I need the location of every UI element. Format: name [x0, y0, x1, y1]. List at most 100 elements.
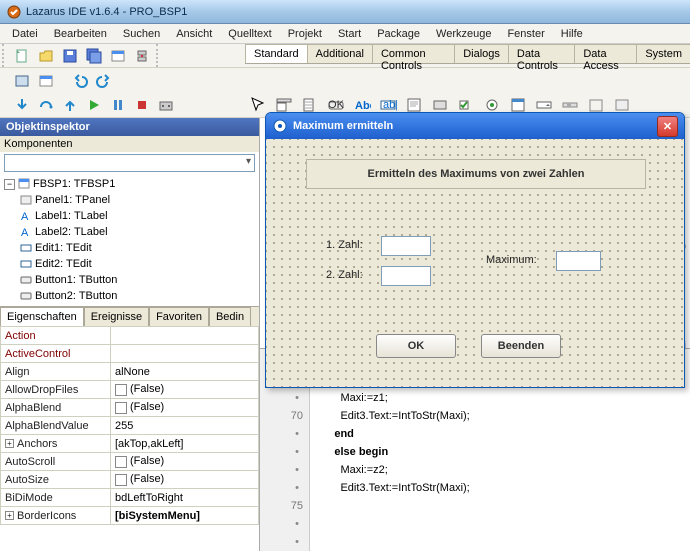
tree-item[interactable]: Edit2: TEdit	[35, 258, 92, 270]
menu-fenster[interactable]: Fenster	[499, 26, 552, 42]
step-over-button[interactable]	[35, 94, 57, 116]
undo-button[interactable]	[69, 70, 91, 92]
tab-events[interactable]: Ereignisse	[84, 307, 149, 326]
tab-standard[interactable]: Standard	[245, 44, 308, 63]
prop-name[interactable]: AutoScroll	[1, 453, 111, 471]
prop-value[interactable]	[111, 345, 259, 363]
tree-item[interactable]: Label1: TLabel	[35, 210, 108, 222]
close-button[interactable]: ✕	[657, 116, 678, 137]
menu-package[interactable]: Package	[369, 26, 428, 42]
tab-additional[interactable]: Additional	[307, 44, 373, 63]
tree-item[interactable]: Button2: TButton	[35, 290, 117, 302]
prop-name[interactable]: Align	[1, 363, 111, 381]
button-icon	[20, 274, 32, 286]
panel-header[interactable]: Ermitteln des Maximums von zwei Zahlen	[306, 159, 646, 189]
step-out-button[interactable]	[59, 94, 81, 116]
prop-value[interactable]: (False)	[111, 399, 259, 417]
tab-restricted[interactable]: Bedin	[209, 307, 251, 326]
prop-name[interactable]: +Anchors	[1, 435, 111, 453]
prop-name[interactable]: AlphaBlend	[1, 399, 111, 417]
prop-name[interactable]: AlphaBlendValue	[1, 417, 111, 435]
tab-dialogs[interactable]: Dialogs	[454, 44, 509, 63]
label-maximum[interactable]: Maximum:	[486, 254, 537, 266]
stop-button[interactable]	[131, 94, 153, 116]
save-button[interactable]	[59, 45, 81, 67]
menu-start[interactable]: Start	[330, 26, 369, 42]
menu-quelltext[interactable]: Quelltext	[220, 26, 279, 42]
menu-bearbeiten[interactable]: Bearbeiten	[46, 26, 115, 42]
edit-icon	[20, 242, 32, 254]
tab-system[interactable]: System	[636, 44, 690, 63]
menu-werkzeuge[interactable]: Werkzeuge	[428, 26, 499, 42]
compile-button[interactable]	[155, 94, 177, 116]
edit-maximum[interactable]	[556, 251, 601, 271]
run-button[interactable]	[83, 94, 105, 116]
tree-collapse-icon[interactable]: −	[4, 179, 15, 190]
pause-button[interactable]	[107, 94, 129, 116]
toggle-form-unit-button[interactable]	[131, 45, 153, 67]
prop-value[interactable]	[111, 327, 259, 345]
oi-title: Objektinspektor	[0, 118, 259, 136]
tab-data-access[interactable]: Data Access	[574, 44, 637, 63]
prop-value[interactable]: (False)	[111, 471, 259, 489]
edit-zahl2[interactable]	[381, 266, 431, 286]
menubar: Datei Bearbeiten Suchen Ansicht Quelltex…	[0, 24, 690, 44]
step-into-button[interactable]	[11, 94, 33, 116]
component-tabs: Standard Additional Common Controls Dial…	[245, 44, 690, 64]
svg-text:OK: OK	[328, 99, 345, 111]
edit-zahl1[interactable]	[381, 236, 431, 256]
redo-button[interactable]	[93, 70, 115, 92]
edit-icon	[20, 258, 32, 270]
open-button[interactable]	[35, 45, 57, 67]
prop-value[interactable]: (False)	[111, 381, 259, 399]
prop-value[interactable]: bdLeftToRight	[111, 489, 259, 507]
prop-value[interactable]: [akTop,akLeft]	[111, 435, 259, 453]
tree-item[interactable]: FBSP1: TFBSP1	[33, 178, 115, 190]
prop-name[interactable]: +BorderIcons	[1, 507, 111, 525]
new-unit-button[interactable]	[11, 45, 33, 67]
label-zahl2[interactable]: 2. Zahl:	[326, 269, 363, 281]
menu-ansicht[interactable]: Ansicht	[168, 26, 220, 42]
menu-datei[interactable]: Datei	[4, 26, 46, 42]
label-zahl1[interactable]: 1. Zahl:	[326, 239, 363, 251]
prop-name[interactable]: AllowDropFiles	[1, 381, 111, 399]
oi-component-combo[interactable]	[4, 154, 255, 172]
form-titlebar[interactable]: Maximum ermitteln ✕	[266, 113, 684, 139]
menu-suchen[interactable]: Suchen	[115, 26, 168, 42]
property-grid[interactable]: ActionActiveControlAlignalNoneAllowDropF…	[0, 326, 259, 551]
prop-name[interactable]: AutoSize	[1, 471, 111, 489]
menu-projekt[interactable]: Projekt	[280, 26, 330, 42]
prop-name[interactable]: Action	[1, 327, 111, 345]
ok-button[interactable]: OK	[376, 334, 456, 358]
component-tree[interactable]: −FBSP1: TFBSP1 Panel1: TPanel ALabel1: T…	[0, 174, 259, 306]
window-titlebar: Lazarus IDE v1.6.4 - PRO_BSP1	[0, 0, 690, 24]
prop-value[interactable]: alNone	[111, 363, 259, 381]
svg-text:A: A	[21, 227, 29, 238]
prop-value[interactable]: (False)	[111, 453, 259, 471]
form-designer-window[interactable]: Maximum ermitteln ✕ Ermitteln des Maximu…	[265, 112, 685, 388]
prop-value[interactable]: [biSystemMenu]	[111, 507, 259, 525]
tree-item[interactable]: Panel1: TPanel	[35, 194, 110, 206]
prop-name[interactable]: ActiveControl	[1, 345, 111, 363]
tree-item[interactable]: Label2: TLabel	[35, 226, 108, 238]
tree-item[interactable]: Button1: TButton	[35, 274, 117, 286]
beenden-button[interactable]: Beenden	[481, 334, 561, 358]
tab-common-controls[interactable]: Common Controls	[372, 44, 455, 63]
menu-hilfe[interactable]: Hilfe	[553, 26, 591, 42]
svg-text:Abc: Abc	[355, 100, 371, 112]
tree-item[interactable]: Edit1: TEdit	[35, 242, 92, 254]
property-tabs: Eigenschaften Ereignisse Favoriten Bedin	[0, 306, 259, 326]
tab-properties[interactable]: Eigenschaften	[0, 307, 84, 326]
view-forms-button[interactable]	[35, 70, 57, 92]
label-icon: A	[20, 210, 32, 222]
tab-favorites[interactable]: Favoriten	[149, 307, 209, 326]
form-icon	[18, 178, 30, 190]
prop-value[interactable]: 255	[111, 417, 259, 435]
save-all-button[interactable]	[83, 45, 105, 67]
form-body[interactable]: Ermitteln des Maximums von zwei Zahlen 1…	[266, 139, 684, 387]
tab-data-controls[interactable]: Data Controls	[508, 44, 575, 63]
toolbar-row-2: OK Abc ab|	[0, 68, 690, 118]
new-form-button[interactable]	[107, 45, 129, 67]
view-units-button[interactable]	[11, 70, 33, 92]
prop-name[interactable]: BiDiMode	[1, 489, 111, 507]
